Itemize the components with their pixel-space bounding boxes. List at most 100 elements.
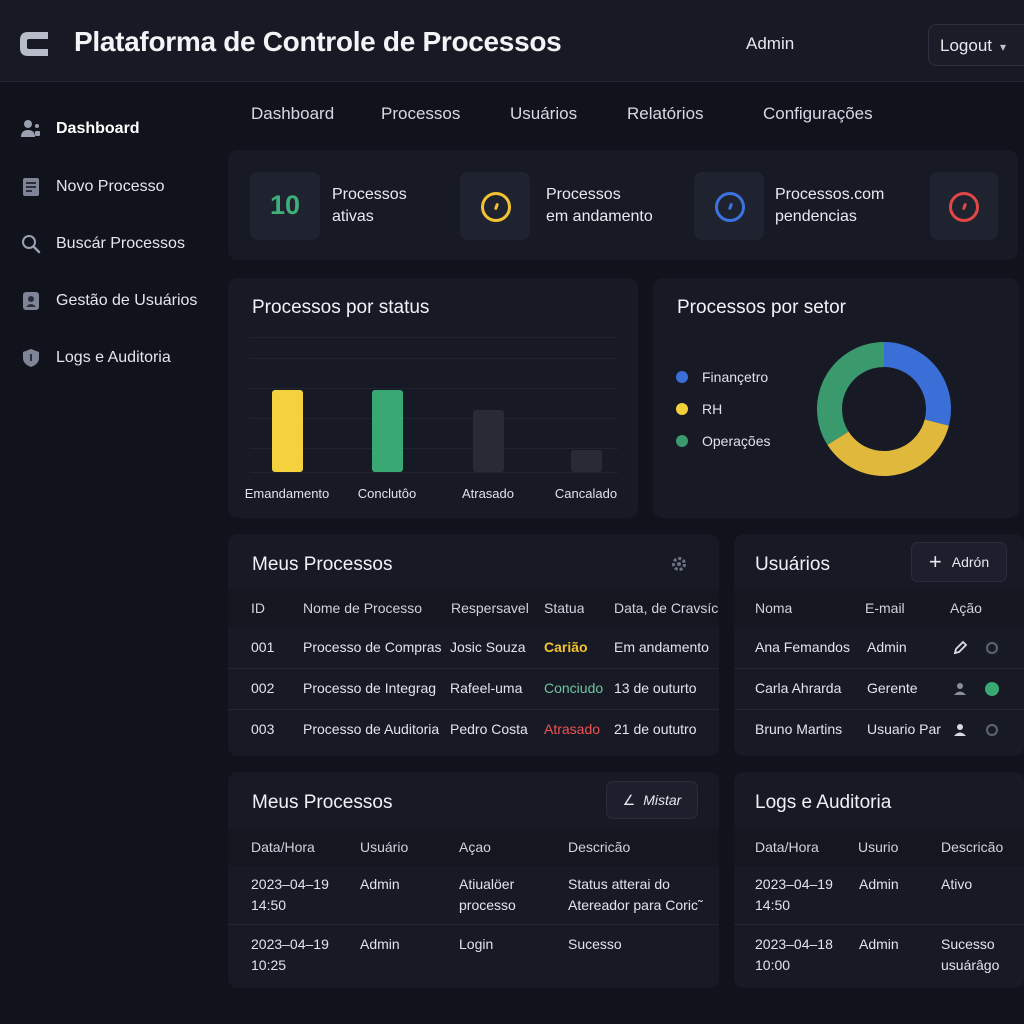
stat-pending-icon-box: [694, 172, 764, 240]
column-header: Descricão: [941, 839, 1004, 855]
bar-0: [271, 390, 303, 472]
list-icon: ∠: [622, 791, 636, 808]
add-user-button[interactable]: + Adrón: [911, 542, 1007, 582]
logout-label: Logout: [940, 36, 992, 55]
bar-label: Emandamento: [244, 486, 330, 501]
cell-description: Sucesso usuárâgo: [941, 934, 1023, 976]
row-divider: [734, 668, 1024, 669]
tab-configuracoes[interactable]: Configurações: [763, 104, 873, 124]
cell-time-line: 10:25: [251, 957, 287, 973]
status-dot-icon[interactable]: [984, 722, 1000, 738]
list-button[interactable]: ∠ Mistar: [606, 781, 698, 819]
status-dot-icon[interactable]: [984, 640, 1000, 656]
cell-desc-line: usuárâgo: [941, 957, 1000, 973]
cell-date: 2023–04–18 10:00: [755, 934, 833, 976]
cell-desc-line: Sucesso: [941, 936, 995, 952]
cell-action-line: processo: [459, 897, 516, 913]
status-badge: Carião: [544, 639, 588, 655]
stat-progress-label: Processos em andamento: [546, 184, 653, 228]
cell-user: Admin: [859, 876, 899, 892]
user-icon[interactable]: [952, 681, 968, 697]
stat-active-value: 10: [269, 190, 301, 220]
gridline: [250, 448, 618, 449]
activity-card: Meus Processos ∠ Mistar Data/Hora Usuári…: [228, 772, 719, 988]
user-icon[interactable]: [952, 722, 968, 738]
legend-dot: [676, 403, 688, 415]
top-bar: Plataforma de Controle de Processos Admi…: [0, 0, 1024, 82]
cell-user: Admin: [360, 876, 400, 892]
cell-date: 2023–04–19 14:50: [755, 874, 833, 916]
tab-relatorios[interactable]: Relatórios: [627, 104, 704, 124]
legend-label: Finançetro: [702, 369, 769, 385]
row-divider: [228, 924, 719, 925]
cell-name[interactable]: Processo de Auditoria: [303, 719, 445, 740]
column-header: Açao: [459, 839, 491, 855]
search-icon: [22, 235, 41, 254]
sidebar-item-novo-processo[interactable]: Novo Processo: [20, 172, 165, 202]
settings-icon[interactable]: [670, 555, 688, 573]
add-user-label: Adrón: [951, 554, 990, 570]
cell-owner: Pedro Costa: [450, 721, 528, 737]
cell-description: Ativo: [941, 876, 973, 892]
sidebar-item-logs-auditoria[interactable]: Logs e Auditoria: [20, 343, 171, 373]
user-badge-icon: [23, 292, 39, 310]
users-icon: [21, 120, 40, 137]
stat-progress-icon-box: [460, 172, 530, 240]
pencil-icon[interactable]: [952, 640, 968, 656]
bar-2: [472, 410, 504, 472]
tab-processos[interactable]: Processos: [381, 104, 460, 124]
cell-name[interactable]: Processo de Integrag: [303, 678, 440, 699]
cell-date: Em andamento: [614, 639, 709, 655]
row-divider: [734, 709, 1024, 710]
cell-user-name: Carla Ahrarda: [755, 680, 842, 696]
logs-card: Logs e Auditoria Data/Hora Usurio Descri…: [734, 772, 1024, 988]
legend-item-rh: RH: [676, 401, 722, 417]
column-header: Statua: [544, 600, 585, 616]
sidebar-item-dashboard[interactable]: Dashboard: [20, 114, 140, 144]
current-user: Admin: [746, 34, 795, 53]
cell-time-line: 14:50: [251, 897, 287, 913]
cell-date: 21 de oututro: [614, 721, 697, 737]
clock-icon: [715, 192, 745, 222]
column-header: Respersavel: [451, 600, 529, 616]
logout-dropdown[interactable]: Logout ▾: [928, 24, 1024, 66]
row-divider: [228, 668, 719, 669]
logs-title: Logs e Auditoria: [755, 792, 892, 813]
sidebar-item-label: Buscár Processos: [56, 235, 185, 252]
stat-label-line: pendencias: [775, 208, 857, 225]
bar-3: [570, 449, 602, 472]
row-divider: [734, 924, 1024, 925]
users-card: Usuários + Adrón Noma E-mail Ação Ana Fe…: [734, 534, 1024, 756]
cell-date: 2023–04–19 14:50: [251, 874, 329, 916]
bar-label: Conclutôo: [357, 486, 417, 501]
status-dot-icon[interactable]: [983, 680, 1001, 698]
gridline: [250, 388, 618, 389]
legend-dot: [676, 435, 688, 447]
stat-active-label: Processos ativas: [332, 184, 407, 228]
sidebar-item-label: Gestão de Usuários: [56, 292, 198, 309]
clock-icon: [481, 192, 511, 222]
sector-chart-title: Processos por setor: [677, 297, 846, 318]
donut-slice-2: [817, 342, 884, 445]
column-header: Usuário: [360, 839, 409, 855]
sidebar-item-buscar-processos[interactable]: Buscár Processos: [20, 229, 185, 259]
cell-time-line: 10:00: [755, 957, 791, 973]
cell-id: 002: [251, 680, 275, 696]
column-header: Noma: [755, 600, 793, 616]
sidebar-item-gestao-usuarios[interactable]: Gestão de Usuários: [20, 286, 197, 316]
tab-dashboard[interactable]: Dashboard: [251, 104, 334, 124]
column-header: ID: [251, 600, 265, 616]
sidebar-item-label: Logs e Auditoria: [56, 349, 171, 366]
cell-date-line: 2023–04–18: [755, 936, 833, 952]
stat-label-line: Processos: [332, 186, 407, 203]
tab-usuarios[interactable]: Usuários: [510, 104, 577, 124]
sector-donut-chart: [817, 342, 951, 476]
cell-time-line: 14:50: [755, 897, 791, 913]
app-title: Plataforma de Controle de Processos: [74, 26, 562, 57]
column-header: Ação: [950, 600, 982, 616]
stat-label-line: ativas: [332, 208, 374, 225]
cell-date: 13 de outurto: [614, 680, 697, 696]
cell-name[interactable]: Processo de Compras: [303, 637, 445, 658]
cell-id: 003: [251, 721, 275, 737]
legend-item-operacoes: Operações: [676, 433, 770, 449]
